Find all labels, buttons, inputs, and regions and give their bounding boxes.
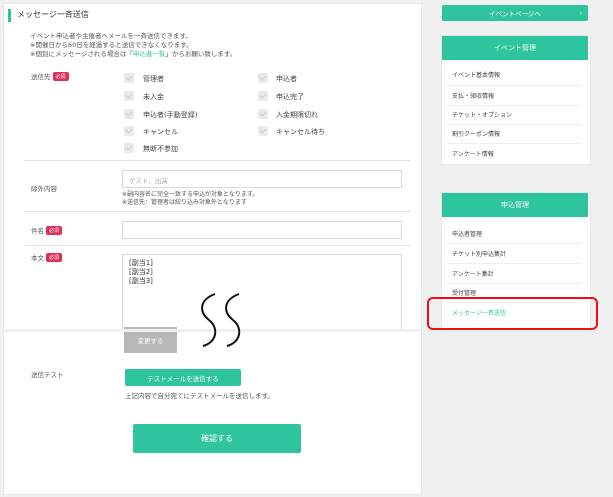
checkbox-label-noshow: 無断不参加 <box>143 145 178 153</box>
sidebar-item-payment[interactable]: 支払・領収情報 <box>452 91 494 100</box>
sidebar-item-reception[interactable]: 受付管理 <box>452 288 476 297</box>
checkbox-label-cancel: キャンセル <box>143 128 178 136</box>
description-line-3: ※個別にメッセージされる場合は「申込者一覧」からお願い致します。 <box>30 50 237 58</box>
applicant-admin-header: 申込管理 <box>442 193 588 217</box>
checkbox-completed[interactable] <box>258 91 268 101</box>
checkbox-unpaid[interactable] <box>124 91 134 101</box>
checkbox-label-expired: 入金期限切れ <box>276 111 318 119</box>
page-title: メッセージ一斉送信 <box>17 10 89 19</box>
divider <box>447 263 582 264</box>
checkbox-waitlist[interactable] <box>258 126 268 136</box>
divider <box>24 245 411 246</box>
checkbox-admin[interactable] <box>124 73 134 83</box>
checkbox-label-admin: 管理者 <box>143 75 164 83</box>
subject-input[interactable] <box>122 221 402 239</box>
required-badge: 必須 <box>46 253 63 262</box>
recipients-label: 送信先 必須 <box>31 71 69 81</box>
omission-mark-icon <box>201 293 241 347</box>
chevron-right-icon: › <box>579 9 582 17</box>
checkbox-label-completed: 申込完了 <box>276 93 304 101</box>
divider <box>447 124 582 125</box>
sidebar-item-applicants[interactable]: 申込者管理 <box>452 229 482 238</box>
body-textarea[interactable] <box>122 254 402 332</box>
divider <box>447 105 582 106</box>
sidebar-item-tickets[interactable]: チケット・オプション <box>452 110 512 119</box>
sidebar-item-ticket-summary[interactable]: チケット別申込集計 <box>452 249 506 258</box>
divider <box>24 160 411 161</box>
event-page-button[interactable]: イベントページへ › <box>442 5 588 21</box>
divider <box>447 243 582 244</box>
sidebar-item-survey[interactable]: アンケート情報 <box>452 149 494 158</box>
checkbox-manual[interactable] <box>124 109 134 119</box>
checkbox-applicant[interactable] <box>258 73 268 83</box>
checkbox-label-applicant: 申込者 <box>276 75 297 83</box>
checkbox-label-unpaid: 未入金 <box>143 93 164 101</box>
checkbox-noshow[interactable] <box>124 143 134 153</box>
highlight-box <box>427 297 598 330</box>
required-badge: 必須 <box>52 72 69 81</box>
sidebar-item-survey-summary[interactable]: アンケート集計 <box>452 269 494 278</box>
applicant-list-link[interactable]: 申込者一覧 <box>133 50 166 58</box>
divider <box>447 143 582 144</box>
event-admin-header: イベント管理 <box>442 36 588 60</box>
divider <box>24 211 411 212</box>
sidebar-item-coupons[interactable]: 割引クーポン情報 <box>452 129 500 138</box>
body-line-3: [副当3] <box>129 277 153 285</box>
divider <box>447 283 582 284</box>
confirm-button[interactable]: 確認する <box>133 424 301 453</box>
required-badge: 必須 <box>46 226 63 235</box>
exclude-label: 除外内容 <box>31 185 57 193</box>
sidebar-item-event-basic[interactable]: イベント基本情報 <box>452 70 500 79</box>
checkbox-cancel[interactable] <box>124 126 134 136</box>
send-test-mail-button[interactable]: テストメールを送信する <box>125 369 241 386</box>
test-note: 上記内容で自分宛てにテストメールを送信します。 <box>125 392 274 400</box>
body-label: 本文 必須 <box>31 252 63 262</box>
test-label: 送信テスト <box>31 371 64 379</box>
checkbox-expired[interactable] <box>258 109 268 119</box>
exclude-placeholder: ゲスト、出演 <box>129 177 168 185</box>
divider <box>447 85 582 86</box>
checkbox-label-waitlist: キャンセル待ち <box>276 128 325 136</box>
checkbox-label-manual: 申込者(手動登録) <box>143 111 198 119</box>
exclude-note-2: ※送信先：管理者は絞り込み対象外となります <box>122 199 247 206</box>
title-accent-bar <box>8 9 11 22</box>
subject-label: 件名 必須 <box>31 225 63 235</box>
